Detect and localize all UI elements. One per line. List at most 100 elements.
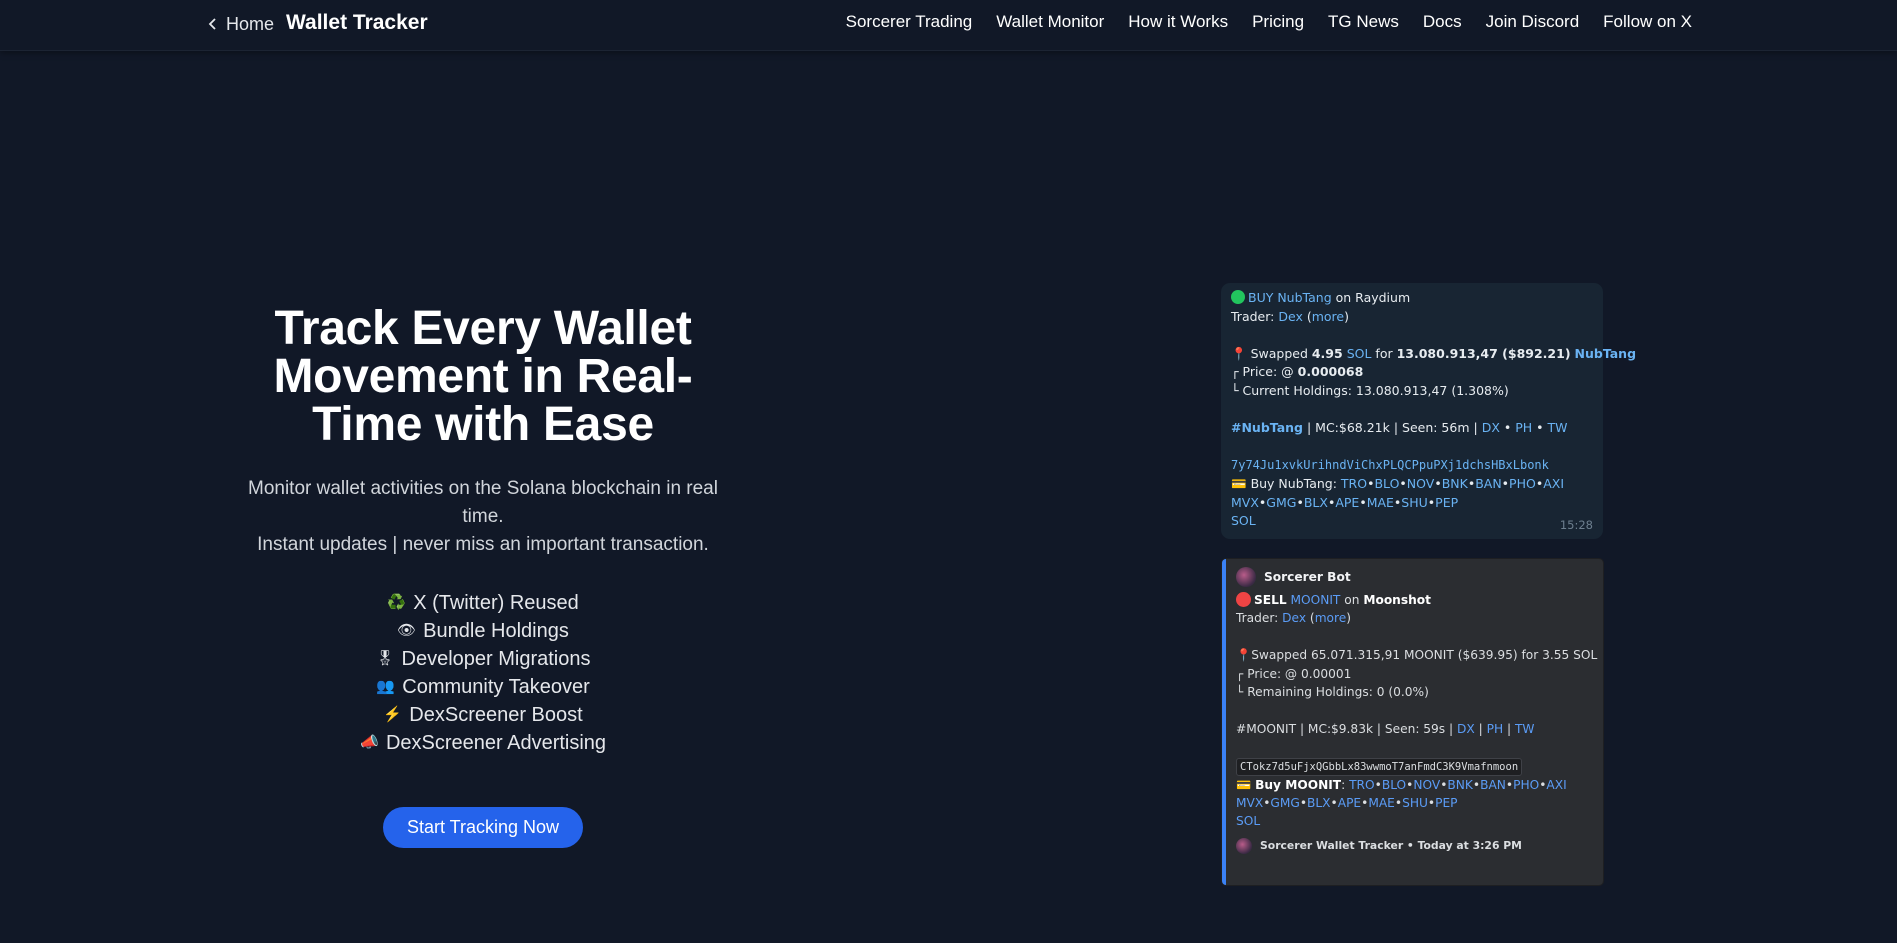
token-address[interactable]: CTokz7d5uFjxQGbbLx83wwmoT7anFmdC3K9Vmafn… xyxy=(1236,757,1523,776)
exchange-link[interactable]: MAE xyxy=(1367,495,1394,510)
exchange-link[interactable]: BLO xyxy=(1382,778,1406,792)
hero-subtitle-line2: Instant updates | never miss an importan… xyxy=(257,534,709,555)
chevron-left-icon xyxy=(208,18,216,30)
embed-footer: Sorcerer Wallet Tracker • Today at 3:26 … xyxy=(1236,837,1593,855)
exchange-link[interactable]: BNK xyxy=(1442,476,1468,491)
pin-icon: 📍 xyxy=(1236,648,1252,663)
price-label: ┌ Price: @ xyxy=(1231,364,1294,380)
exchange-link[interactable]: BLO xyxy=(1374,476,1399,491)
exchange-link[interactable]: BAN xyxy=(1475,476,1501,491)
lightning-icon: ⚡ xyxy=(383,706,402,723)
recycle-icon: ♻️ xyxy=(387,594,406,611)
nav-sorcerer-trading[interactable]: Sorcerer Trading xyxy=(846,12,973,32)
start-tracking-button[interactable]: Start Tracking Now xyxy=(382,807,584,848)
bot-avatar xyxy=(1236,567,1256,587)
exchange-link[interactable]: PEP xyxy=(1435,495,1458,510)
exchange-link[interactable]: APE xyxy=(1338,796,1361,810)
exchange-link[interactable]: TRO xyxy=(1349,778,1375,792)
exchange-link[interactable]: BAN xyxy=(1480,778,1506,792)
embed-author: Sorcerer Bot xyxy=(1236,567,1593,587)
exchange-link[interactable]: MVX xyxy=(1236,796,1263,810)
feature-item: ⚡ DexScreener Boost xyxy=(230,701,736,729)
nav-join-discord[interactable]: Join Discord xyxy=(1486,12,1580,32)
feature-item: ♻️ X (Twitter) Reused xyxy=(230,589,736,617)
nav-pricing[interactable]: Pricing xyxy=(1252,12,1304,32)
tw-link[interactable]: TW xyxy=(1547,420,1567,435)
trader-more-link[interactable]: more xyxy=(1315,611,1347,625)
exchange-link[interactable]: AXI xyxy=(1546,778,1566,792)
swap-target-link[interactable]: NubTang xyxy=(1575,346,1637,361)
exchange-link[interactable]: SOL xyxy=(1231,513,1256,528)
holdings-text: └ Remaining Holdings: 0 (0.0%) xyxy=(1236,685,1429,700)
nav-tg-news[interactable]: TG News xyxy=(1328,12,1399,32)
eye-icon: 👁 xyxy=(397,622,417,639)
exchange-link[interactable]: BLX xyxy=(1307,796,1331,810)
holdings-text: └ Current Holdings: 13.080.913,47 (1.308… xyxy=(1231,382,1509,398)
hero-subtitle-line1: Monitor wallet activities on the Solana … xyxy=(248,478,718,527)
megaphone-icon: 📣 xyxy=(359,734,379,751)
exchange-link[interactable]: GMG xyxy=(1270,796,1299,810)
exchange-link[interactable]: SOL xyxy=(1236,814,1260,828)
trader-link[interactable]: Dex xyxy=(1282,611,1306,625)
nav-how-it-works[interactable]: How it Works xyxy=(1128,12,1228,32)
ph-link[interactable]: PH xyxy=(1515,420,1532,435)
feature-label: Community Takeover xyxy=(402,676,590,698)
exchange-link[interactable]: AXI xyxy=(1543,476,1564,491)
tw-link[interactable]: TW xyxy=(1515,722,1535,736)
exchange-link[interactable]: PHO xyxy=(1513,778,1539,792)
nav-wallet-monitor[interactable]: Wallet Monitor xyxy=(996,12,1104,32)
home-back-link[interactable]: Home xyxy=(206,12,274,36)
exchange-link[interactable]: PHO xyxy=(1509,476,1536,491)
message-time: 15:28 xyxy=(1559,518,1593,533)
footer-text: Sorcerer Wallet Tracker • Today at 3:26 … xyxy=(1260,838,1522,852)
exchange-link[interactable]: GMG xyxy=(1266,495,1296,510)
exchange-link[interactable]: MVX xyxy=(1231,495,1259,510)
exchange-link[interactable]: MAE xyxy=(1368,796,1395,810)
buy-token-link[interactable]: BUY NubTang xyxy=(1248,290,1332,305)
red-circle-icon xyxy=(1236,592,1251,607)
nav-follow-on-x[interactable]: Follow on X xyxy=(1603,12,1692,32)
hero-title: Track Every Wallet Movement in Real-Time… xyxy=(273,302,693,451)
nav-docs[interactable]: Docs xyxy=(1423,12,1462,32)
exchange-link[interactable]: SHU xyxy=(1401,495,1427,510)
exchange-link[interactable]: BNK xyxy=(1447,778,1472,792)
hashtag-link[interactable]: #NubTang xyxy=(1231,420,1303,435)
exchange-link[interactable]: NOV xyxy=(1413,778,1440,792)
exchange-link[interactable]: BLX xyxy=(1304,495,1328,510)
swap-amount: 4.95 xyxy=(1311,345,1343,361)
hero-section: Track Every Wallet Movement in Real-Time… xyxy=(230,305,736,848)
token-address[interactable]: 7y74Ju1xvkUrihndViChxPLQCPpuPXj1dchsHBxL… xyxy=(1231,456,1593,475)
hero-subtitle: Monitor wallet activities on the Solana … xyxy=(230,475,736,559)
home-back-label: Home xyxy=(226,13,275,34)
footer-avatar xyxy=(1236,838,1252,855)
trader-link[interactable]: Dex xyxy=(1278,309,1303,324)
people-icon: 👥 xyxy=(376,678,395,695)
feature-label: Developer Migrations xyxy=(401,648,591,670)
feature-label: DexScreener Boost xyxy=(409,704,583,726)
top-navbar: Home Wallet Tracker Sorcerer Trading Wal… xyxy=(0,0,1897,51)
exchange-link[interactable]: SHU xyxy=(1402,796,1428,810)
exchange-link[interactable]: TRO xyxy=(1341,476,1367,491)
token-link[interactable]: MOONIT xyxy=(1291,593,1341,607)
feature-list: ♻️ X (Twitter) Reused 👁 Bundle Holdings 🎖 D… xyxy=(230,589,736,757)
ph-link[interactable]: PH xyxy=(1487,722,1504,736)
price-value: 0.000068 xyxy=(1297,364,1364,380)
feature-item: 👥 Community Takeover xyxy=(230,673,736,701)
exchange-link[interactable]: PEP xyxy=(1435,796,1457,810)
exchange-link[interactable]: NOV xyxy=(1407,476,1435,491)
feature-label: X (Twitter) Reused xyxy=(413,592,579,614)
trader-more-link[interactable]: more xyxy=(1312,309,1344,324)
sell-label: SELL xyxy=(1254,593,1287,607)
trader-label: Trader: xyxy=(1236,611,1279,626)
buy-label: Buy NubTang: xyxy=(1250,475,1337,491)
swap-token-link[interactable]: SOL xyxy=(1347,346,1372,361)
medal-icon: 🎖 xyxy=(375,650,395,667)
venue-name: Moonshot xyxy=(1363,593,1431,607)
exchange-link[interactable]: APE xyxy=(1335,495,1359,510)
dx-link[interactable]: DX xyxy=(1457,722,1475,736)
trader-label: Trader: xyxy=(1231,308,1275,324)
swap-for: for xyxy=(1375,345,1393,361)
feature-label: Bundle Holdings xyxy=(423,620,569,642)
dx-link[interactable]: DX xyxy=(1482,420,1500,435)
swap-result: 13.080.913,47 ($892.21) xyxy=(1396,345,1571,361)
